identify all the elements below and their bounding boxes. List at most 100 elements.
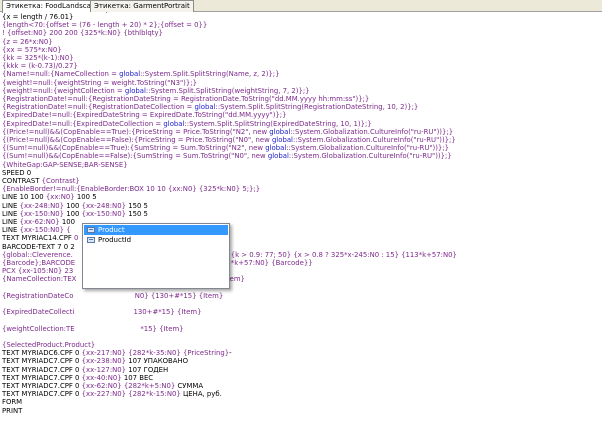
tab-garmentportrait[interactable]: Этикетка: GarmentPortrait: [90, 0, 194, 12]
code-line: {ExpiredDateCollecti 130+#*15} {Item}: [2, 308, 201, 316]
code-token: {xx-248:N0}: [19, 201, 65, 210]
code-line: {(Sum!=null)&&(CopEnable==True):{SumStri…: [2, 144, 449, 152]
code-line: PCX {xx-105:N0} 23: [2, 267, 73, 275]
code-token: ! {offset:N0} 200 200 {325*k:N0} {bthlbl…: [2, 29, 163, 38]
code-token: 100 5: [74, 193, 97, 202]
code-line: {x = length / 76.01}: [2, 13, 73, 21]
code-token: {xx-238:N0}: [81, 357, 127, 366]
code-token: LINE: [2, 218, 20, 226]
code-token: {282*k-15:N0}: [128, 390, 181, 399]
code-line: {RegistrationDateCo N0} {130+#*15} {Item…: [2, 292, 223, 300]
code-editor[interactable]: {x = length / 76.01} {length<70:{offset =…: [2, 13, 598, 424]
code-token: global: [194, 103, 216, 112]
code-token: ::System.Split.SplitString(Name, z, 2)};…: [140, 70, 280, 79]
code-token: {NameCollection:TEX: [2, 275, 77, 284]
code-token: {xx-227:N0}: [81, 390, 127, 399]
code-token: LINE 10 100: [2, 193, 46, 202]
code-token: *15} {Item}: [140, 324, 184, 333]
code-token: LINE: [2, 226, 20, 235]
code-line: {weight!=null:{weightCollection = global…: [2, 87, 310, 95]
code-line: {length<70:{offset = (76 - length + 20) …: [2, 21, 207, 29]
code-line: {SelectedProduct.Product}: [2, 341, 95, 349]
code-token: {(Sum!=null)&&(CopEnable==True):{SumStri…: [2, 144, 266, 153]
code-token: {ExpiredDate!=null:{ExpiredDateCollectio…: [2, 119, 164, 128]
code-line: LINE 10 100 {xx:N0} 100 5: [2, 193, 97, 201]
code-token: {SelectedProduct.Product}: [2, 341, 96, 349]
code-token: {xx-127:N0}: [81, 365, 127, 374]
code-token: TEXT MYRIADC7.CPF 0: [2, 390, 82, 399]
code-token: {RegistrationDate!=null:{RegistrationDat…: [2, 95, 370, 103]
code-line: {(Price!=null)&&(CopEnable==False):{Pric…: [2, 136, 456, 144]
code-line: {RegistrationDate!=null:{RegistrationDat…: [2, 95, 369, 103]
code-line: {xx = 575*x:N0}: [2, 46, 62, 54]
code-token: {EnableBorder!=null:{EnableBorder:BOX 10…: [2, 185, 261, 194]
code-token: 107 УПАКОВАНО: [126, 357, 189, 366]
code-token: TEXT MYRIAC14.CPF: [2, 234, 75, 243]
code-line: TEXT MYRIADC7.CPF 0 {xx-127:N0} 107 ГОДЕ…: [2, 366, 168, 374]
code-token: ::System.Split.SplitString(ExpiredDateSt…: [184, 119, 372, 128]
code-token: {Name!=null:{NameCollection =: [2, 70, 120, 79]
code-token: {x = length / 76.01}: [2, 13, 74, 21]
autocomplete-item-product[interactable]: Product: [84, 225, 228, 235]
code-token: global: [124, 86, 146, 95]
code-token: LINE: [2, 201, 20, 210]
code-token: {PriceString}: [182, 349, 230, 358]
autocomplete-item-productid[interactable]: ProductId: [84, 235, 228, 245]
code-token: ::System.Globalization.CultureInfo("ru-R…: [290, 127, 454, 136]
code-token: {weightCollection:TE: [2, 324, 75, 333]
code-line: TEXT MYRIADC7.CPF 0 {xx-40:N0} 107 ВЕС: [2, 374, 153, 382]
code-line: {WhiteGap:GAP-SENSE;BAR-SENSE}: [2, 161, 128, 169]
code-line: LINE {xx-150:N0} 100 {xx-150:N0} 150 5: [2, 210, 148, 218]
code-line: TEXT MYRIADC7.CPF 0 {xx-238:N0} 107 УПАК…: [2, 357, 188, 365]
code-token: global: [265, 144, 287, 153]
code-token: ЦЕНА, руб.: [180, 390, 222, 399]
code-token: ::System.Globalization.CultureInfo("ru-R…: [286, 144, 450, 153]
code-token: TEXT MYRIADC7.CPF 0: [2, 357, 82, 366]
code-line: {weight!=null:{weightString = weight.ToS…: [2, 79, 197, 87]
code-token: 150 5: [126, 209, 148, 218]
code-token: 100: [64, 209, 82, 218]
code-token: 100: [59, 218, 75, 226]
code-line: {kkk = (k-0.73)/0.27}: [2, 62, 78, 70]
code-line: PRINT: [2, 407, 22, 415]
code-token: PCX {xx-105:N0} 23: [2, 267, 74, 276]
code-line: TEXT MYRIADC7.CPF 0 {xx-227:N0} {282*k-1…: [2, 390, 222, 398]
code-token: {(Price!=null)&&(CopEnable==True):{Price…: [2, 127, 270, 136]
autocomplete-item-label: Product: [98, 226, 125, 234]
code-token: global: [271, 136, 293, 144]
code-token: ::System.Globalization.CultureInfo("ru-R…: [288, 152, 452, 161]
code-line: {ExpiredDate!=null:{ExpiredDateString = …: [2, 111, 287, 119]
property-icon: [87, 237, 95, 243]
code-token: {282*k-35:N0}: [128, 349, 181, 358]
code-line: {kk = 325*(k-1):N0}: [2, 54, 74, 62]
code-token: global: [269, 127, 291, 136]
code-line: FORM: [2, 398, 22, 406]
code-line: BARCODE-TEXT 7 0 2: [2, 243, 75, 251]
code-line: TEXT MYRIADC7.CPF 0 {xx-62:N0} {282*k+5:…: [2, 382, 203, 390]
code-token: {kk = 325*(k-1):N0}: [2, 54, 74, 62]
tab-bar: Этикетка: FoodLandscape* Этикетка: Garme…: [0, 0, 602, 13]
code-token: 107 ВЕС: [121, 373, 154, 382]
code-token: {weight!=null:{weightCollection =: [2, 86, 125, 95]
code-token: {xx-150:N0}: [81, 209, 126, 218]
code-token: {length<70:{offset = (76 - length + 20) …: [2, 21, 208, 30]
code-line: {weightCollection:TE *15} {Item}: [2, 325, 184, 333]
code-token: {ExpiredDate!=null:{ExpiredDateString = …: [2, 111, 287, 120]
code-token: СУММА: [175, 382, 204, 390]
code-token: {ExpiredDateCollecti: [2, 308, 75, 317]
code-token: ::System.Split.SplitString(RegistrationD…: [215, 103, 419, 112]
property-icon: [87, 227, 95, 233]
code-token: {WhiteGap:GAP-SENSE;BAR-SENSE}: [2, 160, 128, 169]
code-token: 107 ГОДЕН: [126, 365, 169, 374]
code-token: {xx-40:N0}: [81, 373, 122, 382]
code-token: {xx-150:N0}: [19, 209, 65, 218]
code-token: {xx = 575*x:N0}: [2, 45, 62, 54]
code-token: {z = 26*x:N0}: [2, 37, 53, 46]
code-token: {xx-62:N0}: [81, 382, 122, 390]
code-token: {xx:N0}: [45, 193, 75, 202]
code-token: {Contrast}: [41, 177, 80, 185]
code-token: {RegistrationDate!=null:{RegistrationDat…: [2, 103, 195, 112]
code-line: LINE {xx-62:N0} 100: [2, 218, 75, 226]
